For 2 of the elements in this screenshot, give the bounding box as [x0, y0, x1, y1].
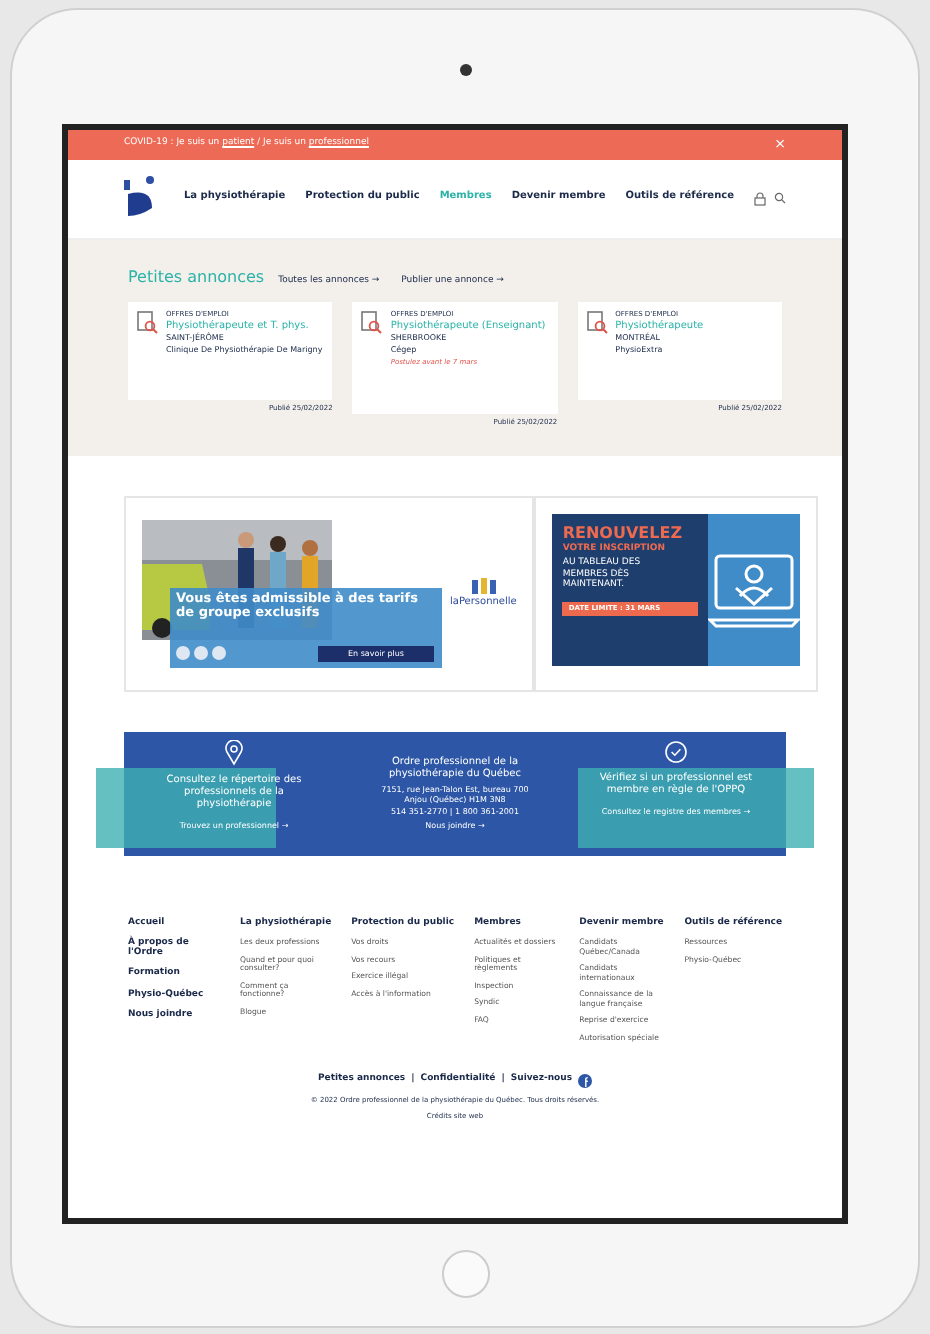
section-title: Petites annonces — [128, 265, 265, 289]
ad-headline: RENOUVELEZ — [562, 525, 684, 541]
